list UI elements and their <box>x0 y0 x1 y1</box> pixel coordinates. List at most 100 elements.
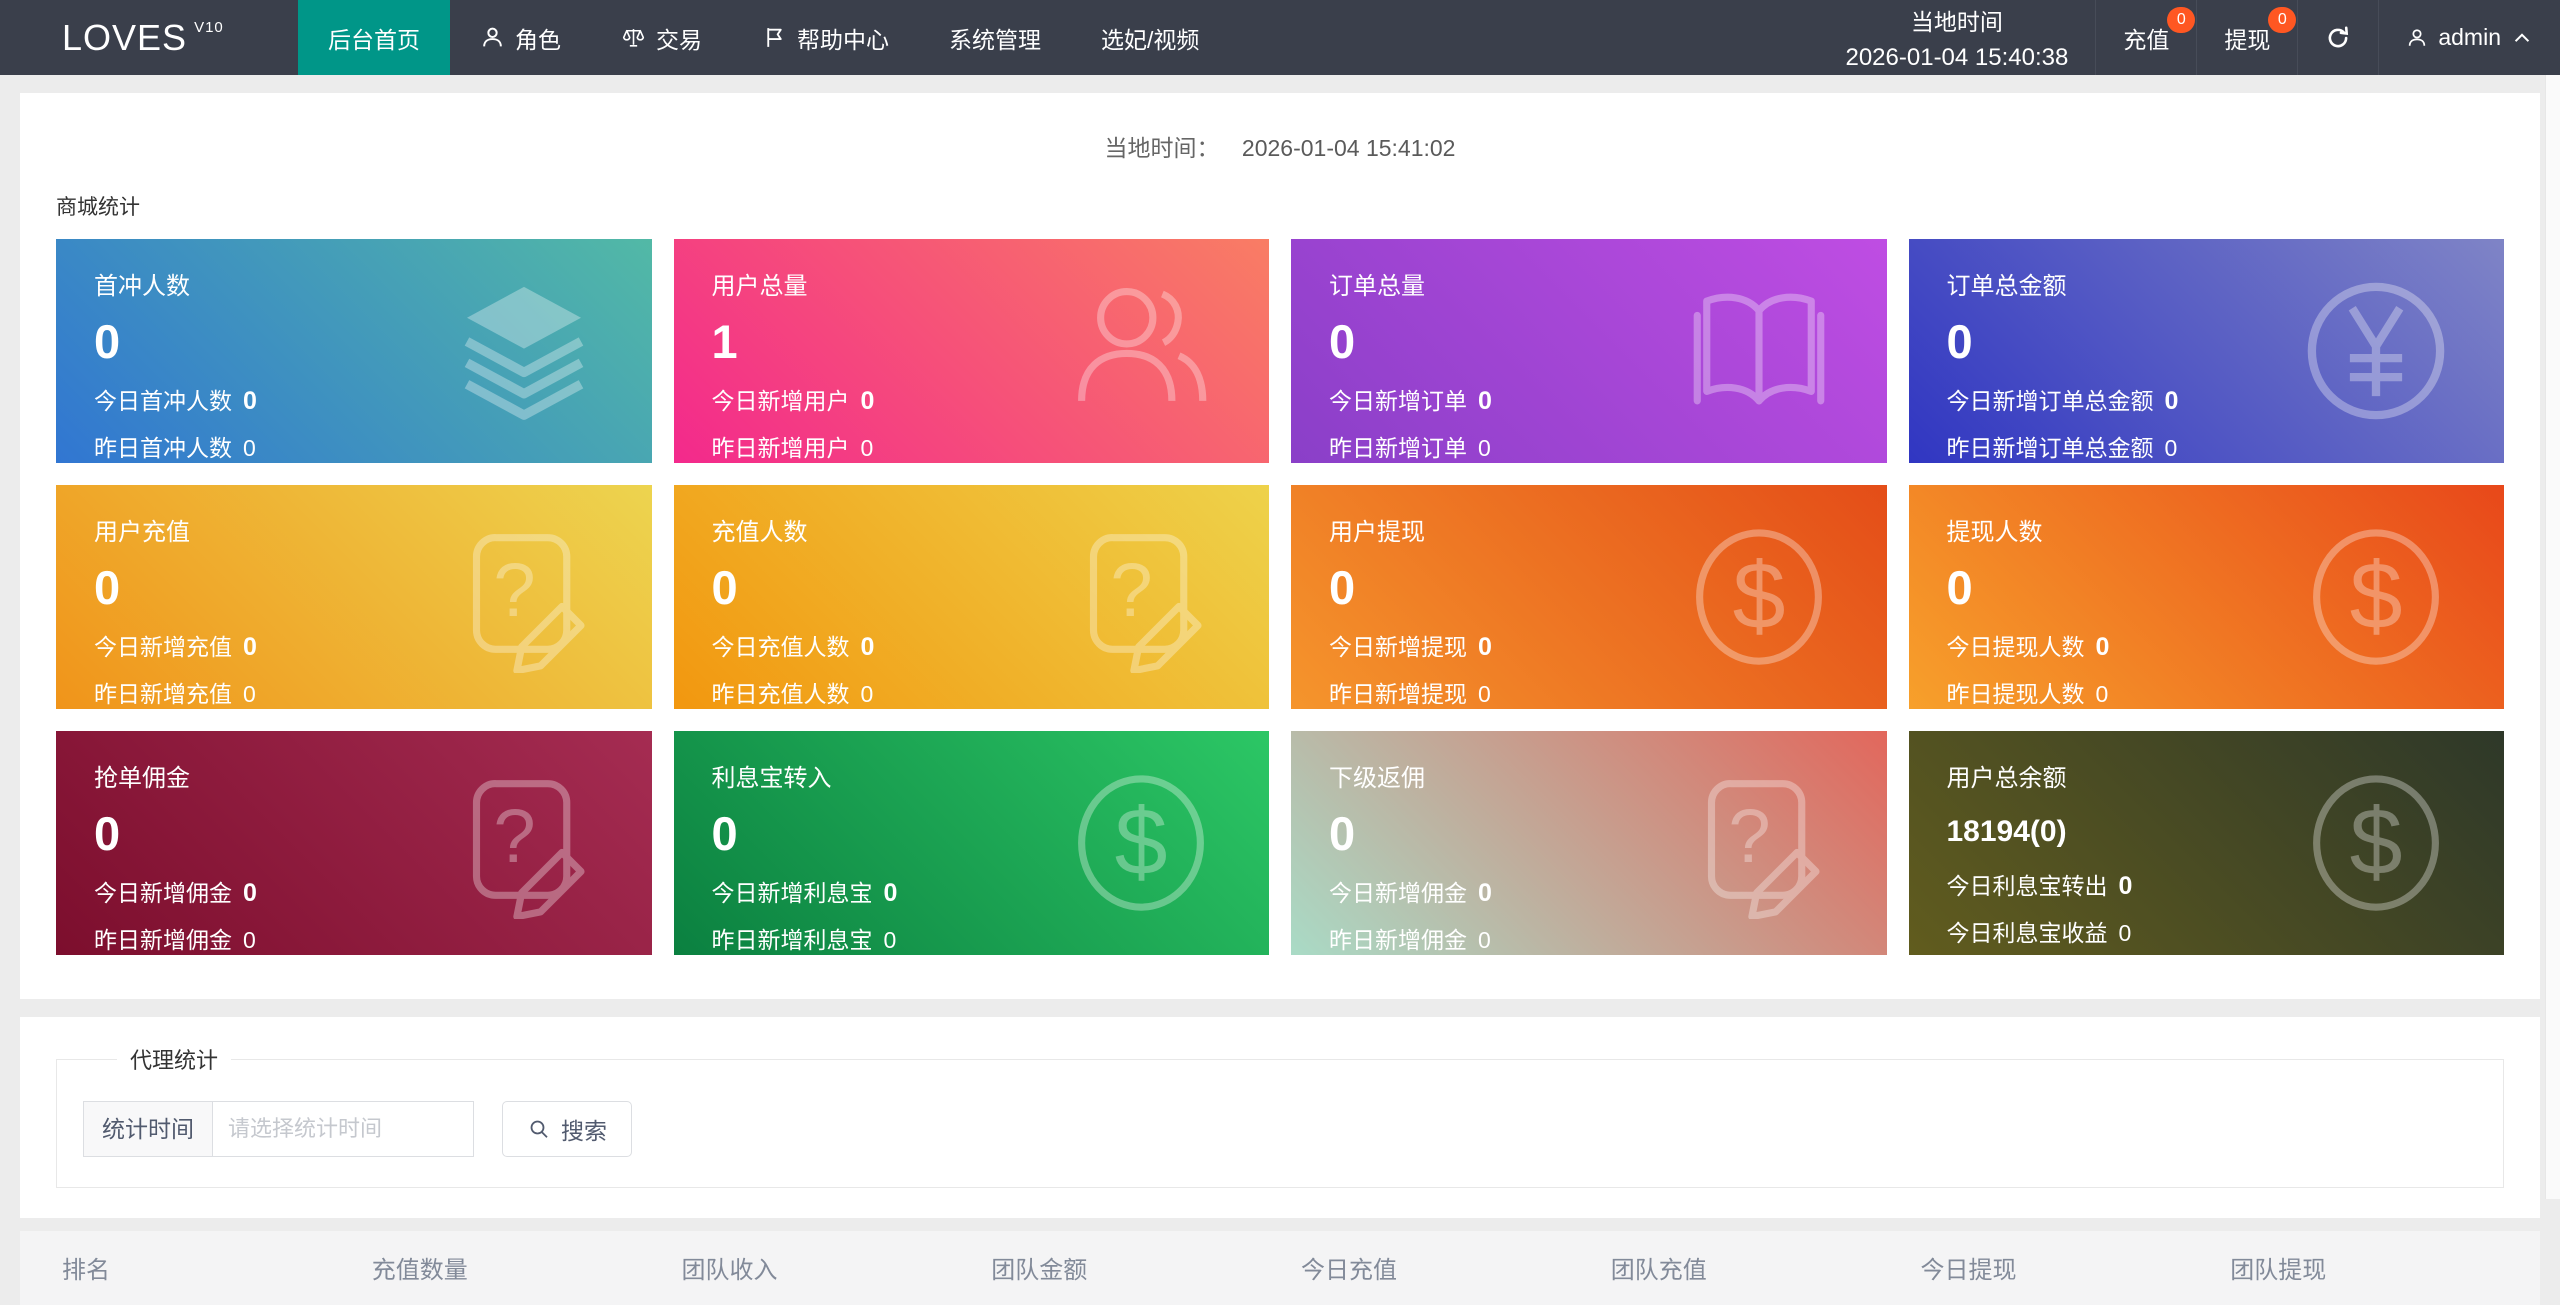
local-time-block: 当地时间 2026-01-04 15:40:38 <box>1818 0 2095 75</box>
stat-card-4: 用户充值0今日新增充值0昨日新增充值0? <box>56 485 652 709</box>
yen-icon <box>2300 275 2452 427</box>
agent-stats-legend: 代理统计 <box>117 1043 231 1075</box>
stat-card-5: 充值人数0今日充值人数0昨日充值人数0? <box>674 485 1270 709</box>
svg-text:?: ? <box>493 548 535 633</box>
page-local-time: 当地时间： 2026-01-04 15:41:02 <box>20 93 2540 163</box>
top-navbar: LOVESV10 后台首页 角色交易 帮助中心 系统管理 选妃/视频 当地时间 2026… <box>0 0 2560 75</box>
agent-stats-fieldset: 代理统计 统计时间 搜索 <box>56 1043 2504 1188</box>
stat-card-0: 首冲人数0今日首冲人数0昨日首冲人数0 <box>56 239 652 463</box>
svg-text:?: ? <box>1728 794 1770 879</box>
card-line3: 昨日新增订单总金额0 <box>1947 429 2505 463</box>
stat-card-7: 提现人数0今日提现人数0昨日提现人数0$ <box>1909 485 2505 709</box>
card-line3: 昨日新增利息宝0 <box>712 921 1270 955</box>
main-content: 当地时间： 2026-01-04 15:41:02 商城统计 首冲人数0今日首冲… <box>0 93 2560 1305</box>
stat-card-3: 订单总金额0今日新增订单总金额0昨日新增订单总金额0 <box>1909 239 2505 463</box>
stat-card-6: 用户提现0今日新增提现0昨日新增提现0$ <box>1291 485 1887 709</box>
svg-text:$: $ <box>2350 543 2403 649</box>
table-header-col-4: 今日充值 <box>1301 1250 1611 1285</box>
search-button[interactable]: 搜索 <box>502 1101 632 1157</box>
nav-item-video[interactable]: 选妃/视频 <box>1071 0 1229 75</box>
withdraw-label: 提现 <box>2224 21 2270 55</box>
withdraw-badge: 0 <box>2268 7 2296 33</box>
refresh-button[interactable] <box>2297 0 2378 75</box>
page-scrollbar[interactable] <box>2545 75 2560 1199</box>
agent-table-header: 排名充值数量团队收入团队金额今日充值团队充值今日提现团队提现 <box>20 1231 2540 1305</box>
stat-card-2: 订单总量0今日新增订单0昨日新增订单0 <box>1291 239 1887 463</box>
navbar-right: 当地时间 2026-01-04 15:40:38 充值 0 提现 0 admin <box>1818 0 2560 75</box>
svg-text:?: ? <box>493 794 535 879</box>
card-line3: 今日利息宝收益0 <box>1947 914 2505 948</box>
nav-item-home[interactable]: 后台首页 <box>298 0 450 75</box>
admin-username: admin <box>2438 24 2501 51</box>
stat-card-8: 抢单佣金0今日新增佣金0昨日新增佣金0? <box>56 731 652 955</box>
users-icon <box>1065 275 1217 427</box>
table-header-col-2: 团队收入 <box>682 1250 992 1285</box>
recharge-badge: 0 <box>2167 7 2195 33</box>
stat-time-input-group: 统计时间 <box>83 1101 474 1157</box>
book-icon <box>1683 275 1835 427</box>
stat-time-input[interactable] <box>212 1101 474 1157</box>
svg-text:$: $ <box>1115 789 1168 895</box>
card-line3: 昨日新增用户0 <box>712 429 1270 463</box>
card-line3: 昨日新增提现0 <box>1329 675 1887 709</box>
stat-cards-grid: 首冲人数0今日首冲人数0昨日首冲人数0用户总量1今日新增用户0昨日新增用户0订单… <box>56 239 2504 955</box>
dollar-icon: $ <box>1065 767 1217 919</box>
doc-icon: ? <box>1683 767 1835 919</box>
svg-text:?: ? <box>1110 548 1152 633</box>
table-header-col-0: 排名 <box>62 1250 372 1285</box>
doc-icon: ? <box>448 521 600 673</box>
stats-section-title: 商城统计 <box>56 191 2540 221</box>
main-menu: 后台首页 角色交易 帮助中心 系统管理 选妃/视频 <box>298 0 1229 75</box>
card-line3: 昨日首冲人数0 <box>94 429 652 463</box>
stat-card-11: 用户总余额18194(0)今日利息宝转出0今日利息宝收益0$ <box>1909 731 2505 955</box>
page-local-time-value: 2026-01-04 15:41:02 <box>1242 135 1456 161</box>
stat-time-label: 统计时间 <box>83 1101 212 1157</box>
app-logo: LOVESV10 <box>0 0 298 75</box>
nav-item-label: 系统管理 <box>949 21 1041 55</box>
agent-filter-row: 统计时间 搜索 <box>83 1101 2503 1157</box>
refresh-icon <box>2325 25 2351 51</box>
admin-user-menu[interactable]: admin <box>2378 0 2560 75</box>
agent-stats-panel: 代理统计 统计时间 搜索 <box>20 1017 2540 1218</box>
recharge-notice-button[interactable]: 充值 0 <box>2095 0 2196 75</box>
chevron-up-icon <box>2511 27 2533 49</box>
card-line3: 昨日新增佣金0 <box>94 921 652 955</box>
nav-item-help[interactable]: 帮助中心 <box>732 0 919 75</box>
dollar-icon: $ <box>2300 767 2452 919</box>
local-time-label: 当地时间 <box>1911 3 2003 37</box>
dollar-icon: $ <box>2300 521 2452 673</box>
card-line3: 昨日新增佣金0 <box>1329 921 1887 955</box>
nav-item-system[interactable]: 系统管理 <box>919 0 1071 75</box>
table-header-col-5: 团队充值 <box>1611 1250 1921 1285</box>
layers-icon <box>448 275 600 427</box>
nav-item-label: 角色 <box>515 21 561 55</box>
table-header-col-7: 团队提现 <box>2230 1250 2540 1285</box>
stat-card-10: 下级返佣0今日新增佣金0昨日新增佣金0? <box>1291 731 1887 955</box>
doc-icon: ? <box>448 767 600 919</box>
table-header-col-3: 团队金额 <box>991 1250 1301 1285</box>
nav-item-trade[interactable]: 交易 <box>591 0 732 75</box>
stat-card-9: 利息宝转入0今日新增利息宝0昨日新增利息宝0$ <box>674 731 1270 955</box>
agent-table-panel: 排名充值数量团队收入团队金额今日充值团队充值今日提现团队提现 <box>20 1231 2540 1305</box>
flag-icon <box>762 25 787 50</box>
nav-item-label: 选妃/视频 <box>1101 21 1199 55</box>
stats-panel: 当地时间： 2026-01-04 15:41:02 商城统计 首冲人数0今日首冲… <box>20 93 2540 999</box>
withdraw-notice-button[interactable]: 提现 0 <box>2196 0 2297 75</box>
scales-icon <box>621 25 646 50</box>
nav-item-label: 帮助中心 <box>797 21 889 55</box>
search-icon <box>527 1117 551 1141</box>
user-icon <box>2406 27 2428 49</box>
card-line3: 昨日提现人数0 <box>1947 675 2505 709</box>
dollar-icon: $ <box>1683 521 1835 673</box>
nav-item-label: 后台首页 <box>328 21 420 55</box>
svg-text:$: $ <box>1732 543 1785 649</box>
table-header-col-6: 今日提现 <box>1921 1250 2231 1285</box>
card-line3: 昨日新增订单0 <box>1329 429 1887 463</box>
logo-version: V10 <box>194 19 224 36</box>
stat-card-1: 用户总量1今日新增用户0昨日新增用户0 <box>674 239 1270 463</box>
doc-icon: ? <box>1065 521 1217 673</box>
recharge-label: 充值 <box>2123 21 2169 55</box>
local-time-value: 2026-01-04 15:40:38 <box>1845 44 2068 72</box>
user-icon <box>480 25 505 50</box>
nav-item-role[interactable]: 角色 <box>450 0 591 75</box>
